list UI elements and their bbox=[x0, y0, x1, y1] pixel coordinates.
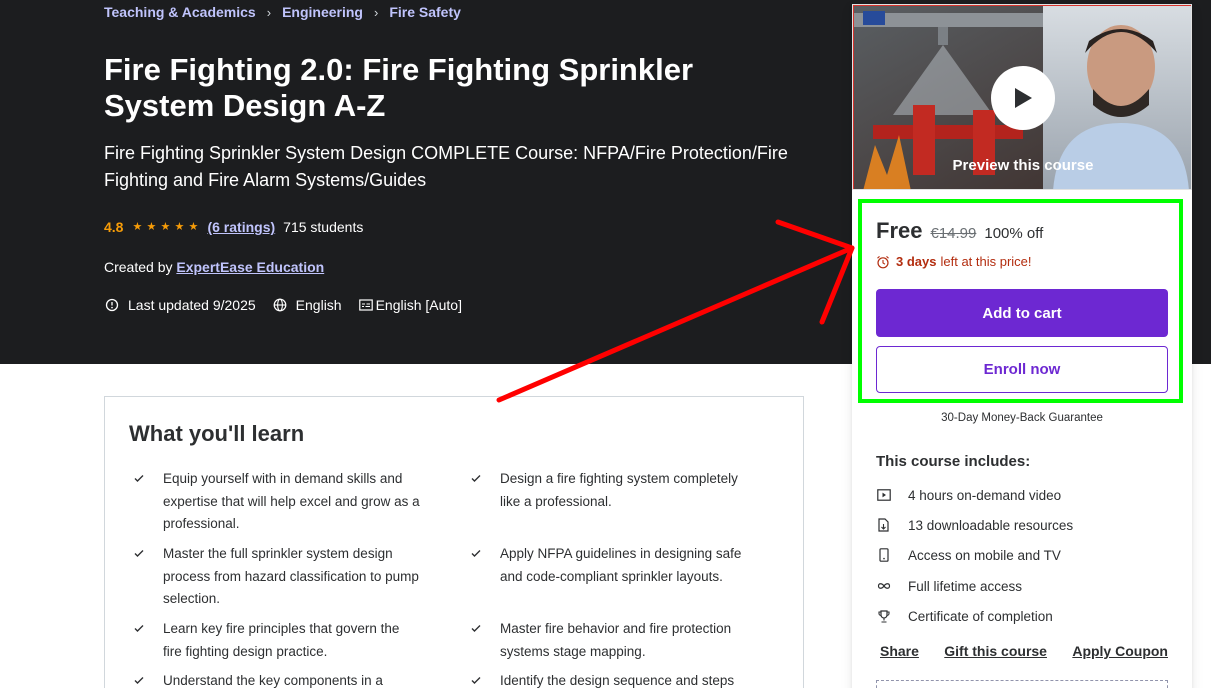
rating-stars: ★ ★ ★ ★ ★ bbox=[131, 221, 199, 233]
created-by-label: Created by bbox=[104, 259, 173, 275]
last-updated: Last updated 9/2025 bbox=[104, 297, 256, 313]
breadcrumb-fire-safety[interactable]: Fire Safety bbox=[389, 4, 461, 20]
learn-item: Master the full sprinkler system design … bbox=[131, 543, 421, 611]
ratings-count-link[interactable]: (6 ratings) bbox=[207, 219, 275, 235]
apply-coupon-link[interactable]: Apply Coupon bbox=[1072, 643, 1168, 659]
captions-text: English [Auto] bbox=[375, 297, 462, 313]
learn-item-text: Master fire behavior and fire protection… bbox=[500, 621, 732, 659]
preview-label: Preview this course bbox=[952, 157, 1094, 174]
infinity-icon bbox=[876, 578, 892, 594]
play-button[interactable] bbox=[991, 66, 1055, 130]
what-youll-learn: What you'll learn Equip yourself with in… bbox=[104, 396, 804, 688]
learn-item: Identify the design sequence and steps t… bbox=[468, 670, 758, 688]
star-icon: ★ bbox=[132, 221, 143, 233]
course-meta: Last updated 9/2025 English English [Aut… bbox=[104, 297, 478, 313]
learn-item-text: Apply NFPA guidelines in designing safe … bbox=[500, 546, 742, 584]
learn-item-text: Master the full sprinkler system design … bbox=[163, 546, 419, 606]
include-item-certificate: Certificate of completion bbox=[876, 608, 1053, 624]
video-icon bbox=[876, 487, 892, 503]
include-item-mobile: Access on mobile and TV bbox=[876, 547, 1061, 563]
learn-item-text: Understand the key components in a sprin… bbox=[163, 673, 383, 688]
course-preview-video[interactable]: Preview this course bbox=[852, 4, 1192, 190]
learn-item-text: Identify the design sequence and steps t… bbox=[500, 673, 735, 688]
star-icon: ★ bbox=[146, 221, 157, 233]
coupon-box bbox=[876, 680, 1168, 688]
check-icon bbox=[134, 550, 144, 557]
learn-item: Equip yourself with in demand skills and… bbox=[131, 468, 421, 536]
download-file-icon bbox=[876, 517, 892, 533]
course-language: English bbox=[272, 297, 342, 313]
learn-item-text: Equip yourself with in demand skills and… bbox=[163, 471, 420, 531]
language-text: English bbox=[295, 297, 342, 313]
check-icon bbox=[471, 625, 481, 632]
check-icon bbox=[471, 475, 481, 482]
learn-heading: What you'll learn bbox=[129, 421, 305, 446]
includes-title: This course includes: bbox=[876, 453, 1031, 470]
include-item-resources: 13 downloadable resources bbox=[876, 517, 1073, 533]
check-icon bbox=[134, 625, 144, 632]
closed-captions-icon bbox=[358, 297, 374, 313]
breadcrumb-separator: › bbox=[266, 4, 272, 20]
include-item-label: 13 downloadable resources bbox=[908, 517, 1074, 533]
play-icon bbox=[1015, 88, 1032, 108]
sidebar-links: Share Gift this course Apply Coupon bbox=[880, 643, 1168, 659]
star-icon: ★ bbox=[160, 221, 171, 233]
gift-course-link[interactable]: Gift this course bbox=[944, 643, 1047, 659]
learn-item-text: Design a fire fighting system completely… bbox=[500, 471, 738, 509]
include-item-label: Certificate of completion bbox=[908, 608, 1053, 624]
breadcrumb-separator: › bbox=[373, 4, 379, 20]
learn-item: Apply NFPA guidelines in designing safe … bbox=[468, 543, 758, 588]
check-icon bbox=[134, 677, 144, 684]
course-title: Fire Fighting 2.0: Fire Fighting Sprinkl… bbox=[104, 52, 694, 123]
check-icon bbox=[471, 550, 481, 557]
check-icon bbox=[471, 677, 481, 684]
rating-row: 4.8 ★ ★ ★ ★ ★ (6 ratings) 715 students bbox=[104, 219, 363, 235]
include-item-lifetime: Full lifetime access bbox=[876, 578, 1022, 594]
learn-item-text: Learn key fire principles that govern th… bbox=[163, 621, 400, 659]
breadcrumb-engineering[interactable]: Engineering bbox=[282, 4, 363, 20]
star-icon: ★ bbox=[188, 221, 199, 233]
include-item-label: Full lifetime access bbox=[908, 578, 1023, 594]
star-icon: ★ bbox=[174, 221, 185, 233]
students-count: 715 students bbox=[283, 219, 364, 235]
rating-value: 4.8 bbox=[104, 219, 124, 235]
breadcrumb-teaching-academics[interactable]: Teaching & Academics bbox=[104, 4, 256, 20]
highlight-box-annotation bbox=[858, 199, 1183, 403]
include-item-label: 4 hours on-demand video bbox=[908, 487, 1062, 503]
globe-icon bbox=[272, 297, 288, 313]
learn-item: Design a fire fighting system completely… bbox=[468, 468, 758, 513]
mobile-icon bbox=[876, 547, 892, 563]
learn-item: Learn key fire principles that govern th… bbox=[131, 618, 421, 663]
include-item-video: 4 hours on-demand video bbox=[876, 487, 1061, 503]
created-by: Created by ExpertEase Education bbox=[104, 259, 324, 275]
learn-item: Master fire behavior and fire protection… bbox=[468, 618, 758, 663]
learn-item: Understand the key components in a sprin… bbox=[131, 670, 421, 688]
include-item-label: Access on mobile and TV bbox=[908, 547, 1061, 563]
breadcrumb: Teaching & Academics › Engineering › Fir… bbox=[104, 4, 461, 20]
money-back-guarantee: 30-Day Money-Back Guarantee bbox=[941, 412, 1103, 424]
alert-clock-icon bbox=[104, 297, 120, 313]
course-captions: English [Auto] bbox=[358, 297, 462, 313]
check-icon bbox=[134, 475, 144, 482]
course-subtitle: Fire Fighting Sprinkler System Design CO… bbox=[104, 143, 788, 190]
trophy-icon bbox=[876, 608, 892, 624]
instructor-link[interactable]: ExpertEase Education bbox=[176, 259, 324, 275]
last-updated-text: Last updated 9/2025 bbox=[128, 297, 256, 313]
share-link[interactable]: Share bbox=[880, 643, 919, 659]
